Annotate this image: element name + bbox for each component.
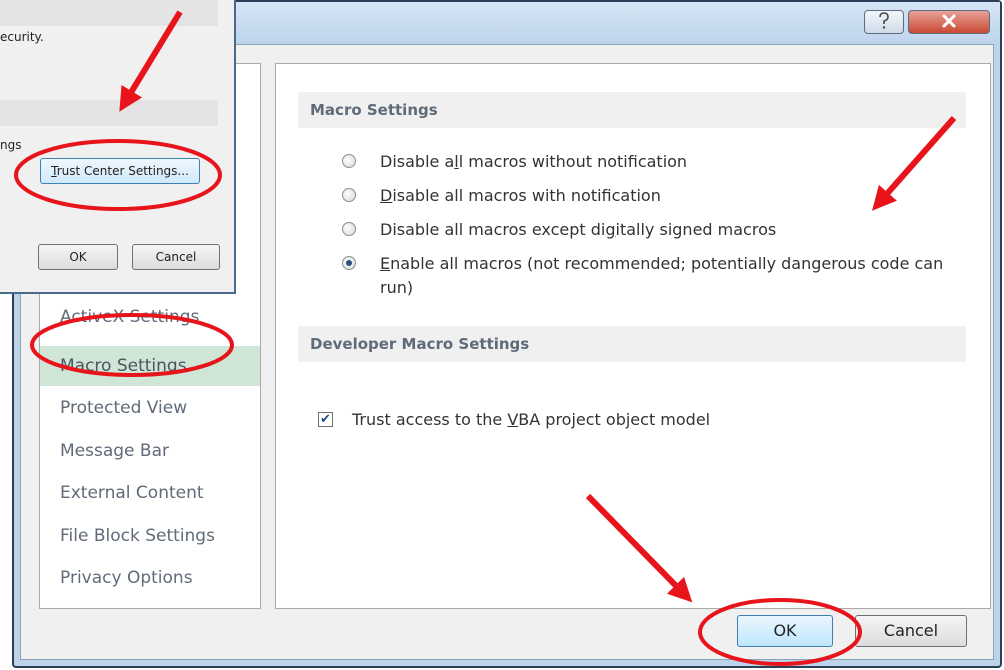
radio-button[interactable]: [342, 154, 356, 168]
radio-button[interactable]: [342, 188, 356, 202]
help-icon: [879, 12, 889, 29]
cancel-button[interactable]: Cancel: [855, 615, 967, 647]
small-ok-button[interactable]: OK: [38, 244, 118, 270]
ok-button[interactable]: OK: [737, 615, 833, 647]
trust-center-settings-button[interactable]: Trust Center Settings...: [40, 158, 200, 184]
settings-text: ngs: [0, 138, 22, 152]
sidebar-item-privacy-options[interactable]: Privacy Options: [40, 558, 260, 598]
sidebar-item-message-bar[interactable]: Message Bar: [40, 431, 260, 471]
radio-label: Disable all macros except digitally sign…: [380, 220, 777, 239]
sidebar-item-activex-settings[interactable]: ActiveX Settings: [40, 297, 260, 337]
radio-button-checked[interactable]: [342, 256, 356, 270]
vba-trust-checkbox[interactable]: ✔: [318, 412, 333, 427]
macro-settings-header: Macro Settings: [298, 92, 966, 128]
radio-label: Disable all macros with notification: [380, 186, 661, 205]
small-cancel-button[interactable]: Cancel: [132, 244, 220, 270]
macro-settings-panel: Macro Settings Disable all macros withou…: [275, 63, 991, 609]
radio-enable-all-macros[interactable]: Enable all macros (not recommended; pote…: [342, 252, 982, 300]
radio-button[interactable]: [342, 222, 356, 236]
security-text: ecurity.: [0, 30, 44, 44]
radio-label: Disable all macros without notification: [380, 152, 688, 171]
radio-label: Enable all macros (not recommended; pote…: [380, 254, 944, 297]
sidebar-item-external-content[interactable]: External Content: [40, 473, 260, 513]
dialog-band: [0, 100, 218, 126]
vba-trust-label: Trust access to the VBA project object m…: [352, 410, 711, 429]
close-icon: [942, 14, 956, 28]
sidebar-item-file-block-settings[interactable]: File Block Settings: [40, 516, 260, 556]
close-button[interactable]: [908, 10, 990, 34]
dialog-band: [0, 0, 218, 26]
developer-macro-settings-header: Developer Macro Settings: [298, 326, 966, 362]
help-button[interactable]: [864, 10, 904, 34]
sidebar-item-macro-settings[interactable]: Macro Settings: [40, 346, 260, 386]
sidebar-item-protected-view[interactable]: Protected View: [40, 388, 260, 428]
excel-options-dialog: ecurity. ngs Trust Center Settings... OK…: [0, 0, 236, 294]
